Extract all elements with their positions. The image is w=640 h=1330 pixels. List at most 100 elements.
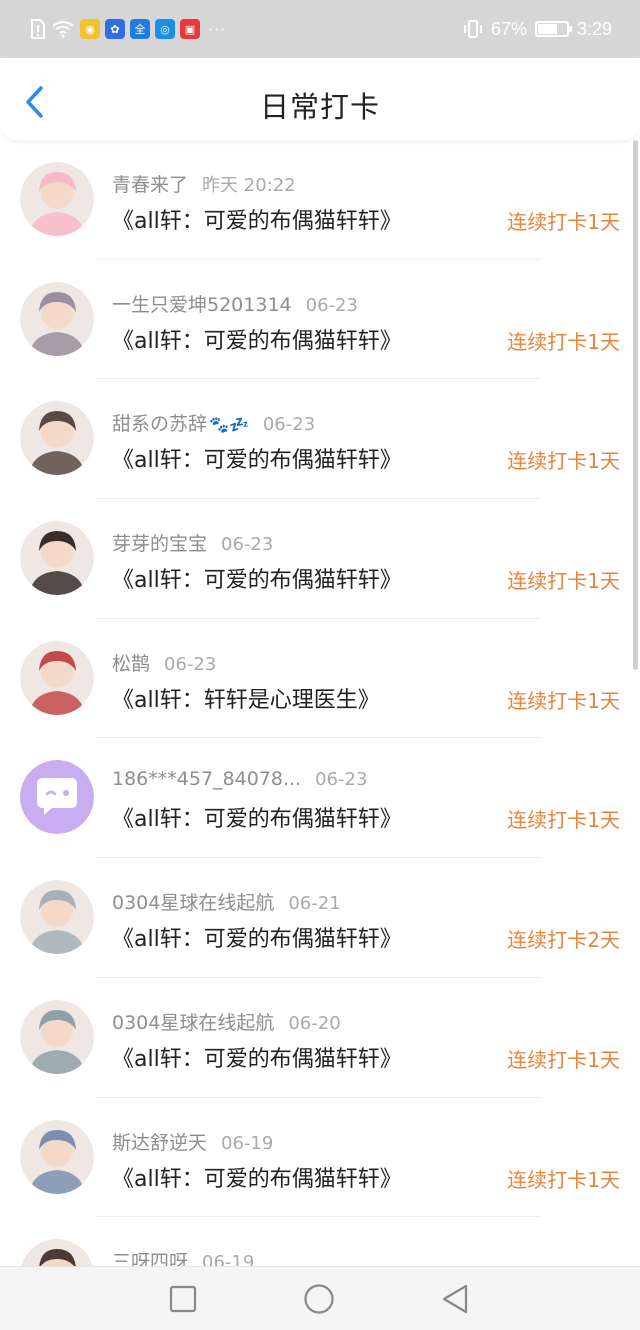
checkin-row[interactable]: 斯达舒逆天 06-19 《all轩：可爱的布偶猫轩轩》 连续打卡1天 <box>0 1098 640 1218</box>
status-app-icons: ◉ ✿ 全 ◎ ▣ <box>80 19 200 39</box>
user-name[interactable]: 0304星球在线起航 <box>112 1012 274 1034</box>
baidu-app-icon: ✿ <box>105 19 125 39</box>
user-line: 三呀四呀 06-19 <box>112 1247 254 1266</box>
checkin-time: 06-19 <box>221 1132 274 1154</box>
checkin-time: 06-23 <box>164 653 217 675</box>
avatar-photo <box>20 880 94 955</box>
avatar-photo <box>20 640 94 715</box>
streak-label: 连续打卡2天 <box>507 928 620 953</box>
status-bar: ◉ ✿ 全 ◎ ▣ ··· 67% 3:29 <box>0 0 640 58</box>
streak-label: 连续打卡1天 <box>507 449 620 474</box>
checkin-time: 06-19 <box>202 1252 255 1266</box>
book-title[interactable]: 《all轩：可爱的布偶猫轩轩》 <box>112 323 402 355</box>
battery-level <box>537 24 557 34</box>
user-line: 186***457_84078... 06-23 <box>112 768 367 790</box>
nav-back-button[interactable] <box>439 1283 471 1315</box>
streak-label: 连续打卡1天 <box>507 1167 620 1192</box>
book-title[interactable]: 《all轩：可爱的布偶猫轩轩》 <box>112 562 402 594</box>
checkin-time: 06-23 <box>315 769 368 791</box>
home-button[interactable] <box>303 1283 335 1315</box>
user-name[interactable]: 松鹊 <box>112 653 150 675</box>
streak-label: 连续打卡1天 <box>507 688 620 713</box>
checkin-row[interactable]: 一生只爱坤5201314 06-23 《all轩：可爱的布偶猫轩轩》 连续打卡1天 <box>0 260 640 380</box>
avatar[interactable] <box>20 1239 94 1266</box>
user-name[interactable]: 0304星球在线起航 <box>112 892 274 914</box>
wifi-icon <box>52 21 74 38</box>
battery-icon <box>534 21 572 37</box>
book-title[interactable]: 《all轩：可爱的布偶猫轩轩》 <box>112 203 402 235</box>
book-title[interactable]: 《all轩：可爱的布偶猫轩轩》 <box>112 1161 402 1193</box>
book-title[interactable]: 《all轩：可爱的布偶猫轩轩》 <box>112 921 402 953</box>
user-line: 青春来了 昨天 20:22 <box>112 170 296 197</box>
avatar[interactable] <box>20 281 94 356</box>
avatar[interactable] <box>20 162 94 236</box>
name-emoji: 🐾💤 <box>209 415 249 435</box>
clock: 3:29 <box>576 18 612 39</box>
recent-apps-button[interactable] <box>167 1283 199 1315</box>
checkin-time: 06-23 <box>305 294 358 316</box>
streak-label: 连续打卡1天 <box>507 210 620 234</box>
checkin-time: 06-23 <box>221 534 274 556</box>
user-name[interactable]: 芽芽的宝宝 <box>112 533 207 555</box>
checkin-row[interactable]: 松鹊 06-23 《all轩：轩轩是心理医生》 连续打卡1天 <box>0 619 640 739</box>
chat-bubble-icon <box>20 760 94 835</box>
vibrate-icon <box>463 20 482 38</box>
user-line: 芽芽的宝宝 06-23 <box>112 529 273 556</box>
avatar-photo <box>20 281 94 356</box>
user-name[interactable]: 青春来了 <box>112 174 188 196</box>
book-title[interactable]: 《all轩：可爱的布偶猫轩轩》 <box>112 801 402 833</box>
checkin-row[interactable]: 186***457_84078... 06-23 《all轩：可爱的布偶猫轩轩》 连续… <box>0 738 640 859</box>
book-title[interactable]: 《all轩：轩轩是心理医生》 <box>112 682 380 714</box>
user-name[interactable]: 186***457_84078... <box>112 768 301 790</box>
streak-label: 连续打卡1天 <box>507 808 620 833</box>
avatar-photo <box>20 521 94 596</box>
scrollbar[interactable] <box>633 140 638 670</box>
user-name[interactable]: 一生只爱坤5201314 <box>112 294 292 316</box>
avatar[interactable] <box>20 880 94 955</box>
page-title: 日常打卡 <box>259 90 380 124</box>
streak-label: 连续打卡1天 <box>507 329 620 354</box>
square-icon <box>169 1285 197 1313</box>
user-line: 一生只爱坤5201314 06-23 <box>112 290 358 317</box>
user-line: 斯达舒逆天 06-19 <box>112 1128 273 1155</box>
checkin-list[interactable]: 青春来了 昨天 20:22 《all轩：可爱的布偶猫轩轩》 连续打卡1天 一生只爱坤52… <box>0 140 640 1266</box>
status-right: 67% 3:29 <box>463 16 612 42</box>
streak-label: 连续打卡1天 <box>507 1047 620 1072</box>
avatar[interactable] <box>20 521 94 596</box>
user-name[interactable]: 斯达舒逆天 <box>112 1132 207 1154</box>
app-header: 日常打卡 <box>0 58 640 140</box>
avatar-photo <box>20 999 94 1074</box>
triangle-back-icon <box>442 1284 468 1314</box>
book-title[interactable]: 《all轩：可爱的布偶猫轩轩》 <box>112 442 402 474</box>
avatar[interactable] <box>20 401 94 476</box>
book-title[interactable]: 《all轩：可爱的布偶猫轩轩》 <box>112 1041 402 1073</box>
streak-label: 连续打卡1天 <box>507 569 620 594</box>
avatar-photo <box>20 401 94 476</box>
checkin-row[interactable]: 三呀四呀 06-19 <box>0 1217 640 1266</box>
user-name[interactable]: 三呀四呀 <box>112 1251 188 1266</box>
checkin-row[interactable]: 青春来了 昨天 20:22 《all轩：可爱的布偶猫轩轩》 连续打卡1天 <box>0 140 640 260</box>
system-nav-bar <box>0 1266 640 1330</box>
avatar[interactable] <box>20 1119 94 1194</box>
avatar[interactable] <box>20 760 94 835</box>
user-line: 0304星球在线起航 06-21 <box>112 888 341 915</box>
wifi-app-icon: ◎ <box>155 19 175 39</box>
notification-app-icon: ◉ <box>80 19 100 39</box>
checkin-row[interactable]: 甜系の苏辞 🐾💤 06-23 《all轩：可爱的布偶猫轩轩》 连续打卡1天 <box>0 379 640 500</box>
status-left: ◉ ✿ 全 ◎ ▣ ··· <box>30 16 226 42</box>
user-line: 松鹊 06-23 <box>112 649 216 676</box>
user-name[interactable]: 甜系の苏辞 <box>112 413 207 435</box>
red-app-icon: ▣ <box>180 19 200 39</box>
checkin-row[interactable]: 0304星球在线起航 06-21 《all轩：可爱的布偶猫轩轩》 连续打卡2天 <box>0 858 640 978</box>
avatar[interactable] <box>20 640 94 715</box>
more-notifications-icon: ··· <box>208 19 227 39</box>
avatar-photo <box>20 162 94 236</box>
circle-icon <box>304 1284 334 1314</box>
avatar[interactable] <box>20 999 94 1074</box>
battery-percent: 67% <box>490 18 527 39</box>
checkin-time: 昨天 20:22 <box>202 175 296 196</box>
checkin-time: 06-23 <box>262 414 316 436</box>
checkin-row[interactable]: 0304星球在线起航 06-20 《all轩：可爱的布偶猫轩轩》 连续打卡1天 <box>0 978 640 1098</box>
avatar-photo <box>20 1119 94 1194</box>
checkin-row[interactable]: 芽芽的宝宝 06-23 《all轩：可爱的布偶猫轩轩》 连续打卡1天 <box>0 499 640 619</box>
